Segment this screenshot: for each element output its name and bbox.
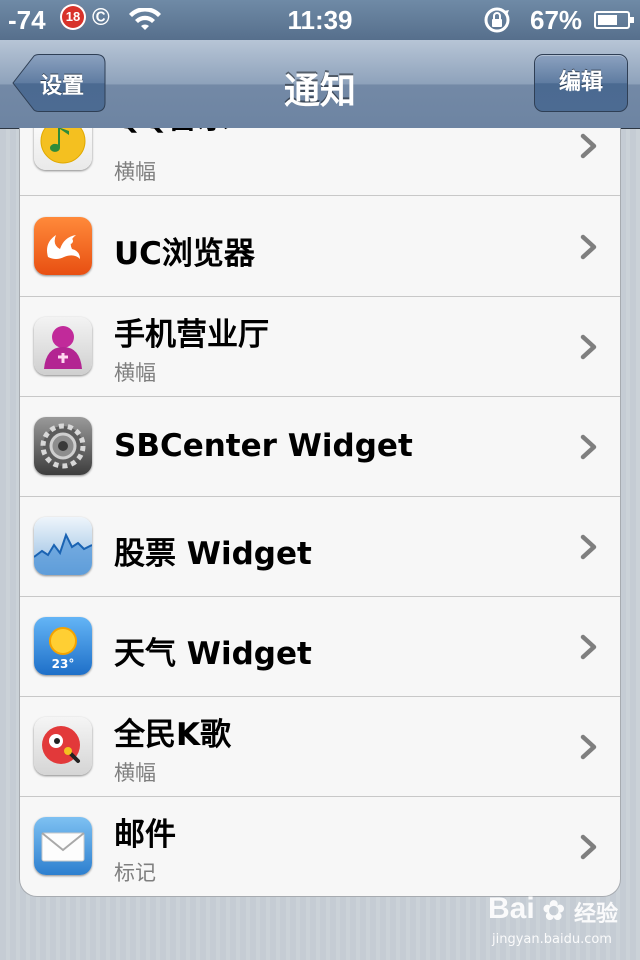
stocks-icon xyxy=(34,517,92,575)
app-name: 天气 Widget xyxy=(114,636,312,672)
list-item-sbcenter-widget[interactable]: SBCenter Widget xyxy=(20,397,620,497)
uc-browser-icon xyxy=(34,217,92,275)
list-item-stocks-widget[interactable]: 股票 Widget xyxy=(20,497,620,597)
baidu-jingyan-watermark: Bai ✿ 经验 jingyan.baidu.com xyxy=(488,890,638,956)
app-alert-style: 横幅 xyxy=(114,160,156,184)
list-item-weather-widget[interactable]: 23° 天气 Widget xyxy=(20,597,620,697)
chevron-right-icon xyxy=(580,434,597,460)
list-item-uc-browser[interactable]: UC浏览器 xyxy=(20,197,620,297)
app-name: SBCenter Widget xyxy=(114,428,413,464)
app-name: QQ音乐 xyxy=(114,128,229,137)
list-item-karaoke[interactable]: 全民K歌 横幅 xyxy=(20,697,620,797)
chevron-right-icon xyxy=(580,834,597,860)
app-alert-style: 横幅 xyxy=(114,361,156,385)
watermark-brand-cn: 经验 xyxy=(574,902,619,927)
qq-music-icon xyxy=(34,128,92,170)
rotation-lock-icon xyxy=(484,7,510,33)
chevron-right-icon xyxy=(580,734,597,760)
karaoke-icon xyxy=(34,717,92,775)
list-item-mobile-hall[interactable]: 手机营业厅 横幅 xyxy=(20,297,620,397)
battery-level-fill xyxy=(598,15,617,25)
chevron-right-icon xyxy=(580,133,597,159)
app-name: 邮件 xyxy=(114,817,176,853)
app-name: UC浏览器 xyxy=(114,236,255,272)
status-bar: -74 18 © 11:39 67% xyxy=(0,0,640,40)
battery-icon xyxy=(594,11,634,29)
battery-percent: 67% xyxy=(530,5,583,35)
weather-icon: 23° xyxy=(34,617,92,675)
paw-icon: ✿ xyxy=(542,894,566,927)
list-item-mail[interactable]: 邮件 标记 xyxy=(20,797,620,896)
chevron-right-icon xyxy=(580,634,597,660)
app-name: 股票 Widget xyxy=(114,536,312,572)
watermark-brand: Bai xyxy=(488,892,535,925)
chevron-right-icon xyxy=(580,234,597,260)
watermark-url: jingyan.baidu.com xyxy=(492,932,612,947)
list-item-qq-music[interactable]: QQ音乐 横幅 xyxy=(20,128,620,196)
chevron-right-icon xyxy=(580,334,597,360)
app-alert-style: 标记 xyxy=(114,861,156,885)
app-name: 手机营业厅 xyxy=(114,317,269,353)
navigation-bar: 设置 通知 编辑 xyxy=(0,40,640,129)
mail-icon xyxy=(34,817,92,875)
settings-gear-icon xyxy=(34,417,92,475)
app-name: 全民K歌 xyxy=(114,717,232,753)
weather-icon-temperature: 23° xyxy=(51,657,75,671)
mobile-hall-icon xyxy=(34,317,92,375)
notification-apps-list: QQ音乐 横幅 UC浏览器 手机营业厅 横幅 xyxy=(19,128,621,897)
edit-button[interactable]: 编辑 xyxy=(534,54,628,112)
chevron-right-icon xyxy=(580,534,597,560)
app-alert-style: 横幅 xyxy=(114,761,156,785)
